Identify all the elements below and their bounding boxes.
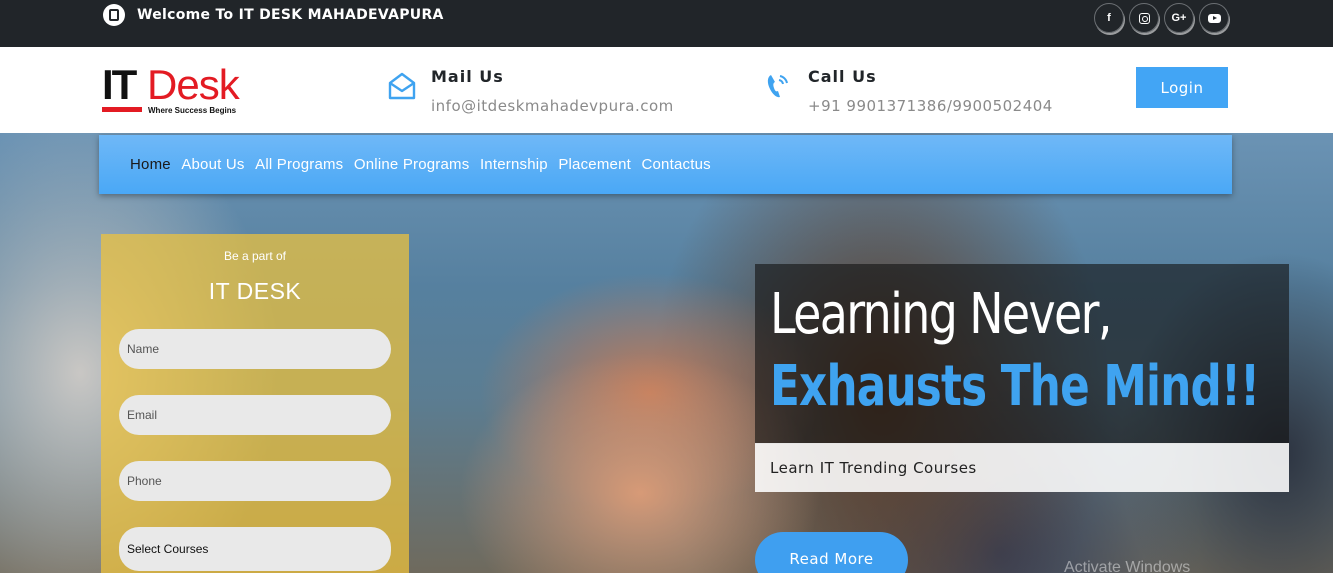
nav-internship[interactable]: Internship xyxy=(480,156,548,173)
phone-icon xyxy=(764,71,792,106)
social-links: f G+ xyxy=(1094,3,1229,33)
hero-subline: Learn IT Trending Courses xyxy=(755,443,1289,492)
form-title: IT DESK xyxy=(208,278,302,304)
headline-line-2: Exhausts The Mind!! xyxy=(770,354,1260,419)
instagram-icon[interactable] xyxy=(1129,3,1159,33)
headline-box: Learning Never, Exhausts The Mind!! xyxy=(755,264,1289,444)
facebook-icon[interactable]: f xyxy=(1094,3,1124,33)
form-subtitle: Be a part of xyxy=(223,249,287,263)
logo-desk: Desk xyxy=(147,61,240,108)
phone-field[interactable]: Phone xyxy=(119,461,391,501)
google-plus-icon[interactable]: G+ xyxy=(1164,3,1194,33)
activate-windows-watermark: Activate Windows xyxy=(1064,559,1191,573)
mail-title: Mail Us xyxy=(431,67,504,86)
logo-underline xyxy=(102,107,142,112)
nav-online-programs[interactable]: Online Programs xyxy=(354,156,470,173)
hero-section: Home About Us All Programs Online Progra… xyxy=(0,133,1333,573)
call-value[interactable]: +91 9901371386/9900502404 xyxy=(808,97,1053,115)
read-more-button[interactable]: Read More xyxy=(755,532,908,573)
nav-contactus[interactable]: Contactus xyxy=(641,156,710,173)
course-select[interactable]: Select Courses xyxy=(119,527,391,571)
name-field[interactable]: Name xyxy=(119,329,391,369)
book-icon xyxy=(103,4,125,26)
main-nav: Home About Us All Programs Online Progra… xyxy=(99,135,1232,194)
email-field[interactable]: Email xyxy=(119,395,391,435)
logo-tagline: Where Success Begins xyxy=(148,106,237,115)
logo-it: IT xyxy=(102,61,137,108)
nav-placement[interactable]: Placement xyxy=(558,156,631,173)
welcome-block: Welcome To IT DESK MAHADEVAPURA xyxy=(103,4,444,26)
nav-about-us[interactable]: About Us xyxy=(181,156,244,173)
login-button[interactable]: Login xyxy=(1136,67,1228,108)
top-bar: Welcome To IT DESK MAHADEVAPURA f G+ xyxy=(0,0,1333,47)
enquiry-form: Be a part of IT DESK Name Email Phone Se… xyxy=(101,234,409,573)
welcome-text: Welcome To IT DESK MAHADEVAPURA xyxy=(137,7,444,23)
headline-line-1: Learning Never, xyxy=(770,282,1113,347)
site-header: IT Desk Where Success Begins Mail Us inf… xyxy=(0,47,1333,133)
call-title: Call Us xyxy=(808,67,877,86)
envelope-icon xyxy=(387,71,417,106)
youtube-icon[interactable] xyxy=(1199,3,1229,33)
site-logo[interactable]: IT Desk Where Success Begins xyxy=(102,61,247,117)
mail-value[interactable]: info@itdeskmahadevpura.com xyxy=(431,97,674,115)
nav-all-programs[interactable]: All Programs xyxy=(255,156,343,173)
nav-home[interactable]: Home xyxy=(130,156,171,173)
